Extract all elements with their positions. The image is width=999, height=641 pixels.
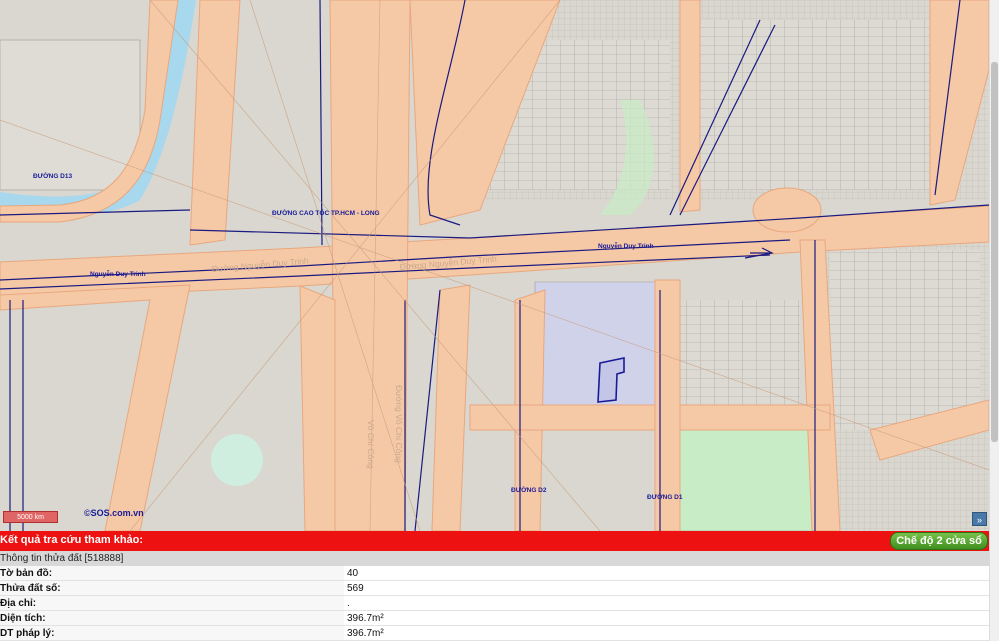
row-value-legal-area: 396.7m² [344, 625, 989, 641]
road-label-d2: ĐƯỜNG D2 [511, 485, 547, 494]
row-label-parcel-number: Thửa đất số: [0, 580, 344, 596]
table-row: Địa chỉ: . [0, 595, 989, 611]
table-row: Tờ bản đồ: 40 [0, 566, 989, 581]
map-scale-bar: 5000 km [3, 511, 58, 523]
map-canvas[interactable]: ĐƯỜNG D13 ĐƯỜNG CAO TỐC TP.HCM - LONG Ng… [0, 0, 989, 531]
row-value-parcel-number: 569 [344, 580, 989, 596]
road-label-nguyen-duy-trinh-west: Nguyễn Duy Trinh [90, 269, 146, 278]
row-value-map-sheet: 40 [344, 566, 989, 581]
parcel-info-header: Thông tin thửa đất [518888] [0, 551, 989, 566]
map-copyright: ©SOS.com.vn [84, 508, 144, 518]
parcel-info-table: Tờ bản đồ: 40 Thửa đất số: 569 Địa chỉ: … [0, 566, 989, 641]
faint-label-vo-chi-cong-1: Võ Chí Công [366, 420, 376, 469]
row-label-legal-area: DT pháp lý: [0, 625, 344, 641]
road-label-nguyen-duy-trinh-east: Nguyễn Duy Trinh [598, 241, 654, 250]
scrollbar-thumb[interactable] [991, 62, 998, 442]
result-title: Kết quả tra cứu tham khảo: [0, 534, 144, 546]
page-scrollbar[interactable] [989, 0, 999, 641]
row-value-area: 396.7m² [344, 610, 989, 626]
road-label-d13: ĐƯỜNG D13 [33, 171, 72, 180]
road-label-d1: ĐƯỜNG D1 [647, 492, 683, 501]
cadastral-map[interactable]: ĐƯỜNG D13 ĐƯỜNG CAO TỐC TP.HCM - LONG Ng… [0, 0, 989, 531]
two-window-mode-button[interactable]: Chế độ 2 cửa sổ [890, 532, 988, 550]
row-label-address: Địa chỉ: [0, 595, 344, 611]
result-header-bar: Kết quả tra cứu tham khảo: Chế độ 2 cửa … [0, 531, 989, 551]
table-row: Thửa đất số: 569 [0, 580, 989, 596]
table-row: DT pháp lý: 396.7m² [0, 625, 989, 641]
faint-label-vo-chi-cong-2: Đường Võ Chí Công [394, 385, 404, 463]
table-row: Diện tích: 396.7m² [0, 610, 989, 626]
row-value-address: . [344, 595, 989, 611]
row-label-map-sheet: Tờ bản đồ: [0, 566, 344, 581]
expand-panel-icon[interactable]: » [972, 512, 987, 526]
row-label-area: Diện tích: [0, 610, 344, 626]
